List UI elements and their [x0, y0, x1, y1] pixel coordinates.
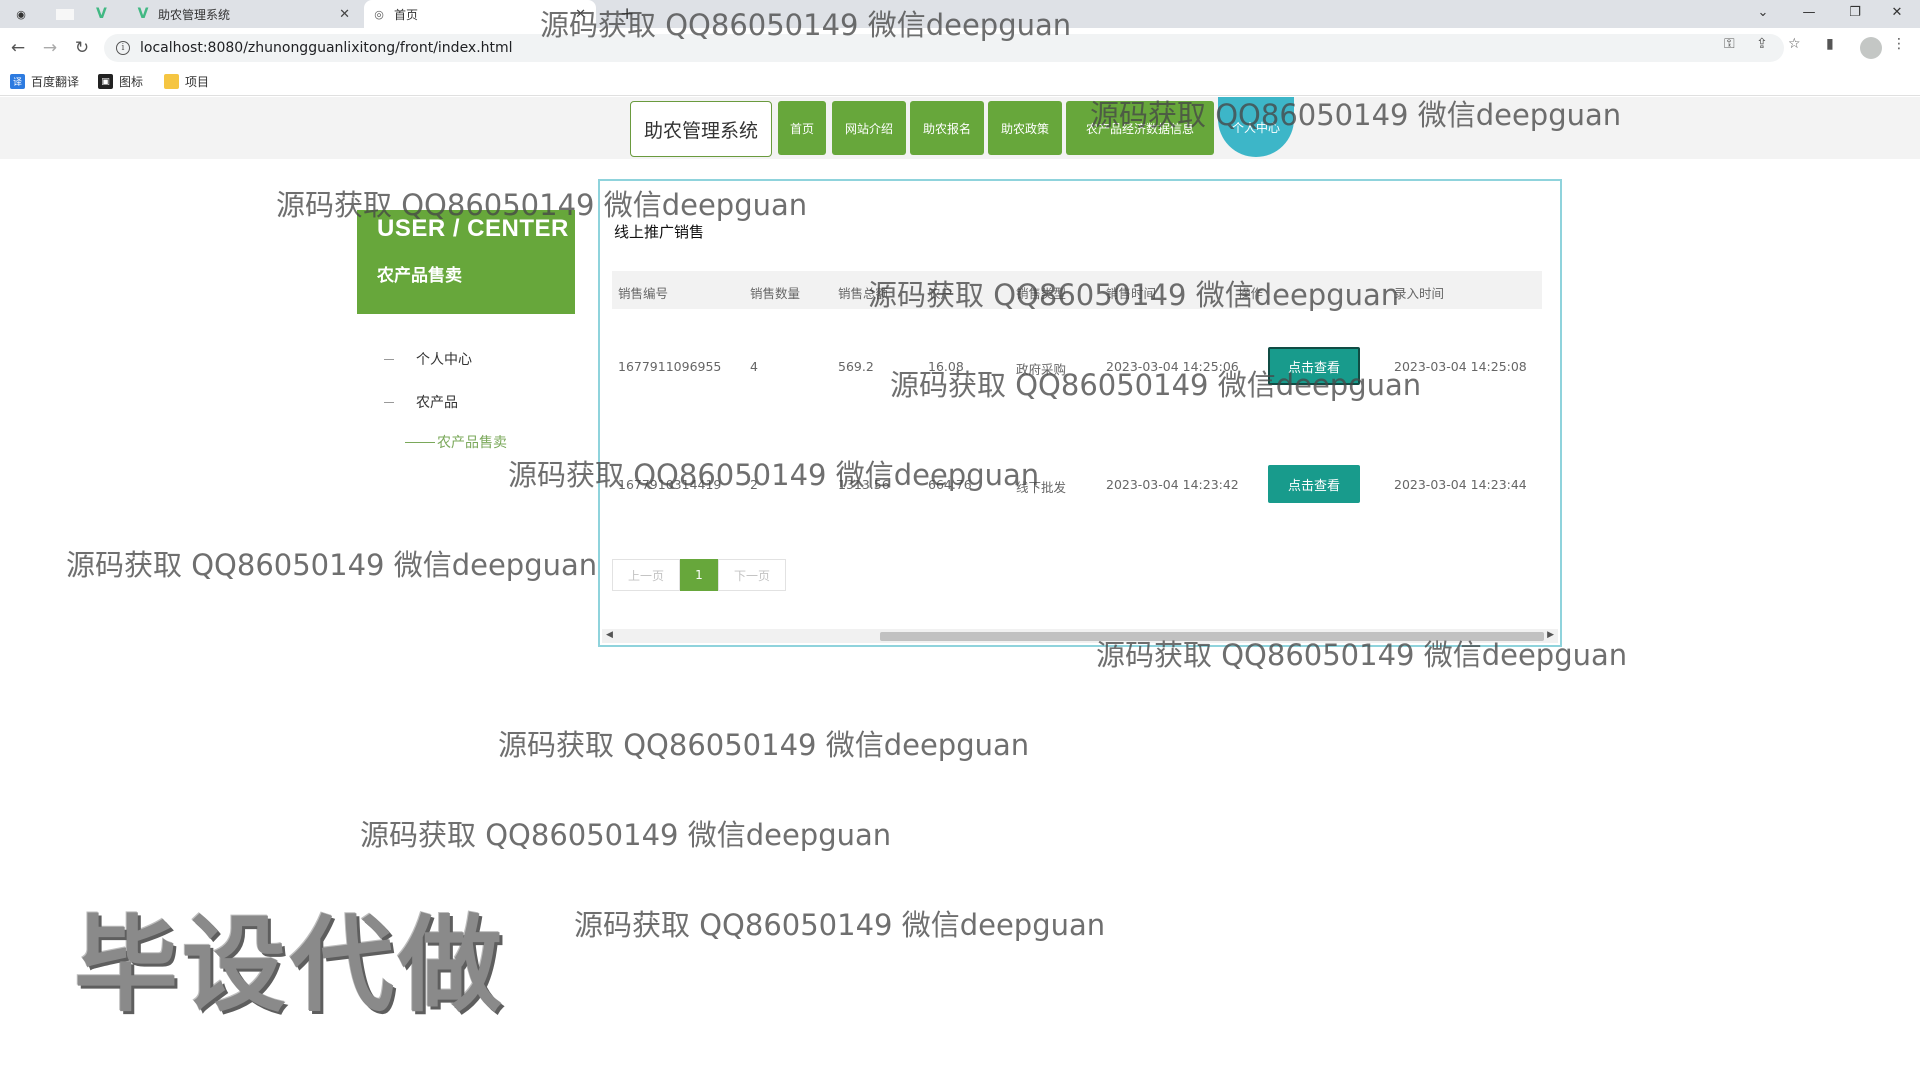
column-header: 销售时间 [1106, 286, 1157, 301]
globe-icon: ◎ [374, 7, 384, 21]
sidebar-subitem-label: 农产品售卖 [437, 435, 507, 451]
scrollbar-thumb[interactable] [880, 632, 1544, 641]
cell-type: 政府采购 [1016, 362, 1067, 377]
back-arrow-icon[interactable]: ← [4, 34, 32, 62]
minimize-icon[interactable]: — [1786, 0, 1832, 24]
nav-econ-data[interactable]: 农产品经济数据信息 [1066, 101, 1214, 155]
cell-sale-no: 1677910314419 [618, 477, 722, 492]
scroll-left-icon[interactable]: ◀ [606, 630, 613, 640]
column-header: 销售类型 [1016, 286, 1067, 301]
chrome-menu-icon: ◉ [16, 7, 26, 21]
tab-search-menu[interactable]: ◉ [6, 0, 44, 28]
forward-arrow-icon[interactable]: → [36, 34, 64, 62]
horizontal-scrollbar[interactable]: ◀ ▶ [602, 629, 1558, 643]
address-toolbar: ← → ↻ i localhost:8080/zhunongguanlixito… [0, 28, 1920, 68]
share-icon[interactable]: ⇪ [1756, 36, 1768, 52]
next-page-button[interactable]: 下一页 [718, 559, 786, 591]
bookmarks-bar: 译 百度翻译 ▣ 图标 项目 [0, 68, 1920, 96]
nav-user-center[interactable]: 个人中心 [1218, 97, 1294, 157]
translate-icon: 译 [10, 74, 25, 89]
nav-site-intro[interactable]: 网站介绍 [832, 101, 906, 155]
site-info-icon[interactable]: i [116, 41, 130, 55]
column-header: 农户 [928, 286, 954, 301]
cell-total: 1313.56 [838, 477, 890, 492]
cell-farmer: 664.76 [928, 477, 972, 492]
column-header: 销售数量 [750, 286, 801, 301]
tab-blank[interactable]: V [48, 0, 124, 28]
user-center-header: USER / CENTER 农产品售卖 [357, 210, 575, 314]
tab-home[interactable]: ◎ 首页 ✕ [364, 0, 596, 28]
active-line-icon [405, 441, 435, 443]
sidebar-item-profile[interactable]: 个人中心 [384, 349, 472, 369]
prev-page-button[interactable]: 上一页 [612, 559, 680, 591]
bookmark-item[interactable]: 项目 [164, 73, 209, 90]
cell-time: 2023-03-04 14:23:42 [1106, 477, 1239, 492]
cell-farmer: 16.08 [928, 359, 964, 374]
key-icon[interactable]: ⚿ [1724, 36, 1735, 52]
bookmark-label: 百度翻译 [31, 75, 80, 89]
close-icon[interactable]: ✕ [575, 7, 586, 22]
address-bar[interactable]: i localhost:8080/zhunongguanlixitong/fro… [104, 34, 1784, 62]
nav-policy[interactable]: 助农政策 [988, 101, 1062, 155]
bookmark-star-icon[interactable]: ☆ [1788, 36, 1801, 52]
sidebar-item-label: 个人中心 [416, 352, 472, 368]
page-number-button[interactable]: 1 [680, 559, 718, 591]
cell-type: 线下批发 [1016, 480, 1067, 495]
window-close-icon[interactable]: ✕ [1874, 0, 1920, 24]
column-header: 销售总额 [838, 286, 889, 301]
bookmark-item[interactable]: ▣ 图标 [98, 73, 143, 90]
plus-icon: + [620, 4, 635, 24]
panel-title: 线上推广销售 [614, 223, 705, 241]
sidebar-subitem-sales[interactable]: 农产品售卖 [405, 432, 507, 452]
bookmark-label: 项目 [185, 75, 210, 89]
close-icon[interactable]: ✕ [339, 7, 350, 22]
tab-search-chevron-icon[interactable]: ⌄ [1740, 0, 1786, 24]
brand-logo[interactable]: 助农管理系统 [630, 101, 772, 157]
top-navigation: 助农管理系统 首页 网站介绍 助农报名 助农政策 农产品经济数据信息 个人中心 [0, 97, 1920, 159]
cell-time: 2023-03-04 14:25:06 [1106, 359, 1239, 374]
sales-panel: 线上推广销售 销售编号 销售数量 销售总额 农户 销售类型 销售时间 操作 录入… [598, 179, 1562, 647]
dash-icon [384, 358, 394, 360]
tab-label: 首页 [394, 7, 419, 22]
column-header: 操作 [1238, 286, 1264, 301]
view-button[interactable]: 点击查看 [1268, 465, 1360, 503]
reload-icon[interactable]: ↻ [68, 34, 96, 62]
bookmark-label: 图标 [119, 75, 144, 89]
cell-created: 2023-03-04 14:23:44 [1394, 477, 1527, 492]
new-tab-button[interactable]: + [612, 0, 642, 28]
folder-icon [164, 74, 179, 89]
bookmark-item[interactable]: 译 百度翻译 [10, 73, 79, 90]
more-menu-icon[interactable]: ⋮ [1892, 36, 1906, 52]
column-header: 录入时间 [1394, 286, 1445, 301]
scroll-right-icon[interactable]: ▶ [1547, 630, 1554, 640]
user-center-subtitle: 农产品售卖 [377, 266, 462, 286]
vue-logo-icon: V [96, 6, 107, 22]
url-text: localhost:8080/zhunongguanlixitong/front… [140, 40, 513, 56]
profile-avatar[interactable] [1860, 37, 1882, 59]
user-center-title: USER / CENTER [377, 215, 569, 242]
cell-created: 2023-03-04 14:25:08 [1394, 359, 1527, 374]
tab-zhunong[interactable]: V 助农管理系统 ✕ [128, 0, 360, 28]
browser-tab-bar: ◉ V V 助农管理系统 ✕ ◎ 首页 ✕ + ⌄ — ❐ ✕ [0, 0, 1920, 28]
view-button[interactable]: 点击查看 [1268, 347, 1360, 385]
table-header: 销售编号 销售数量 销售总额 农户 销售类型 销售时间 操作 录入时间 [612, 271, 1542, 309]
image-icon: ▣ [98, 74, 113, 89]
pagination: 上一页 1 下一页 [612, 559, 786, 591]
cell-qty: 4 [750, 359, 758, 374]
cell-sale-no: 1677911096955 [618, 359, 722, 374]
sidebar-item-products[interactable]: 农产品 [384, 392, 458, 412]
nav-signup[interactable]: 助农报名 [910, 101, 984, 155]
watermark-stamp: 毕设代做 [74, 904, 507, 1026]
vue-logo-icon: V [137, 6, 149, 22]
dash-icon [384, 401, 394, 403]
tab-label: 助农管理系统 [158, 7, 231, 22]
nav-home[interactable]: 首页 [778, 101, 826, 155]
blank-page-icon [56, 8, 74, 20]
restore-icon[interactable]: ❐ [1832, 0, 1878, 24]
cell-qty: 2 [750, 477, 758, 492]
column-header: 销售编号 [618, 286, 669, 301]
side-panel-icon[interactable]: ▮ [1826, 36, 1834, 52]
cell-total: 569.2 [838, 359, 874, 374]
sidebar-item-label: 农产品 [416, 395, 458, 411]
